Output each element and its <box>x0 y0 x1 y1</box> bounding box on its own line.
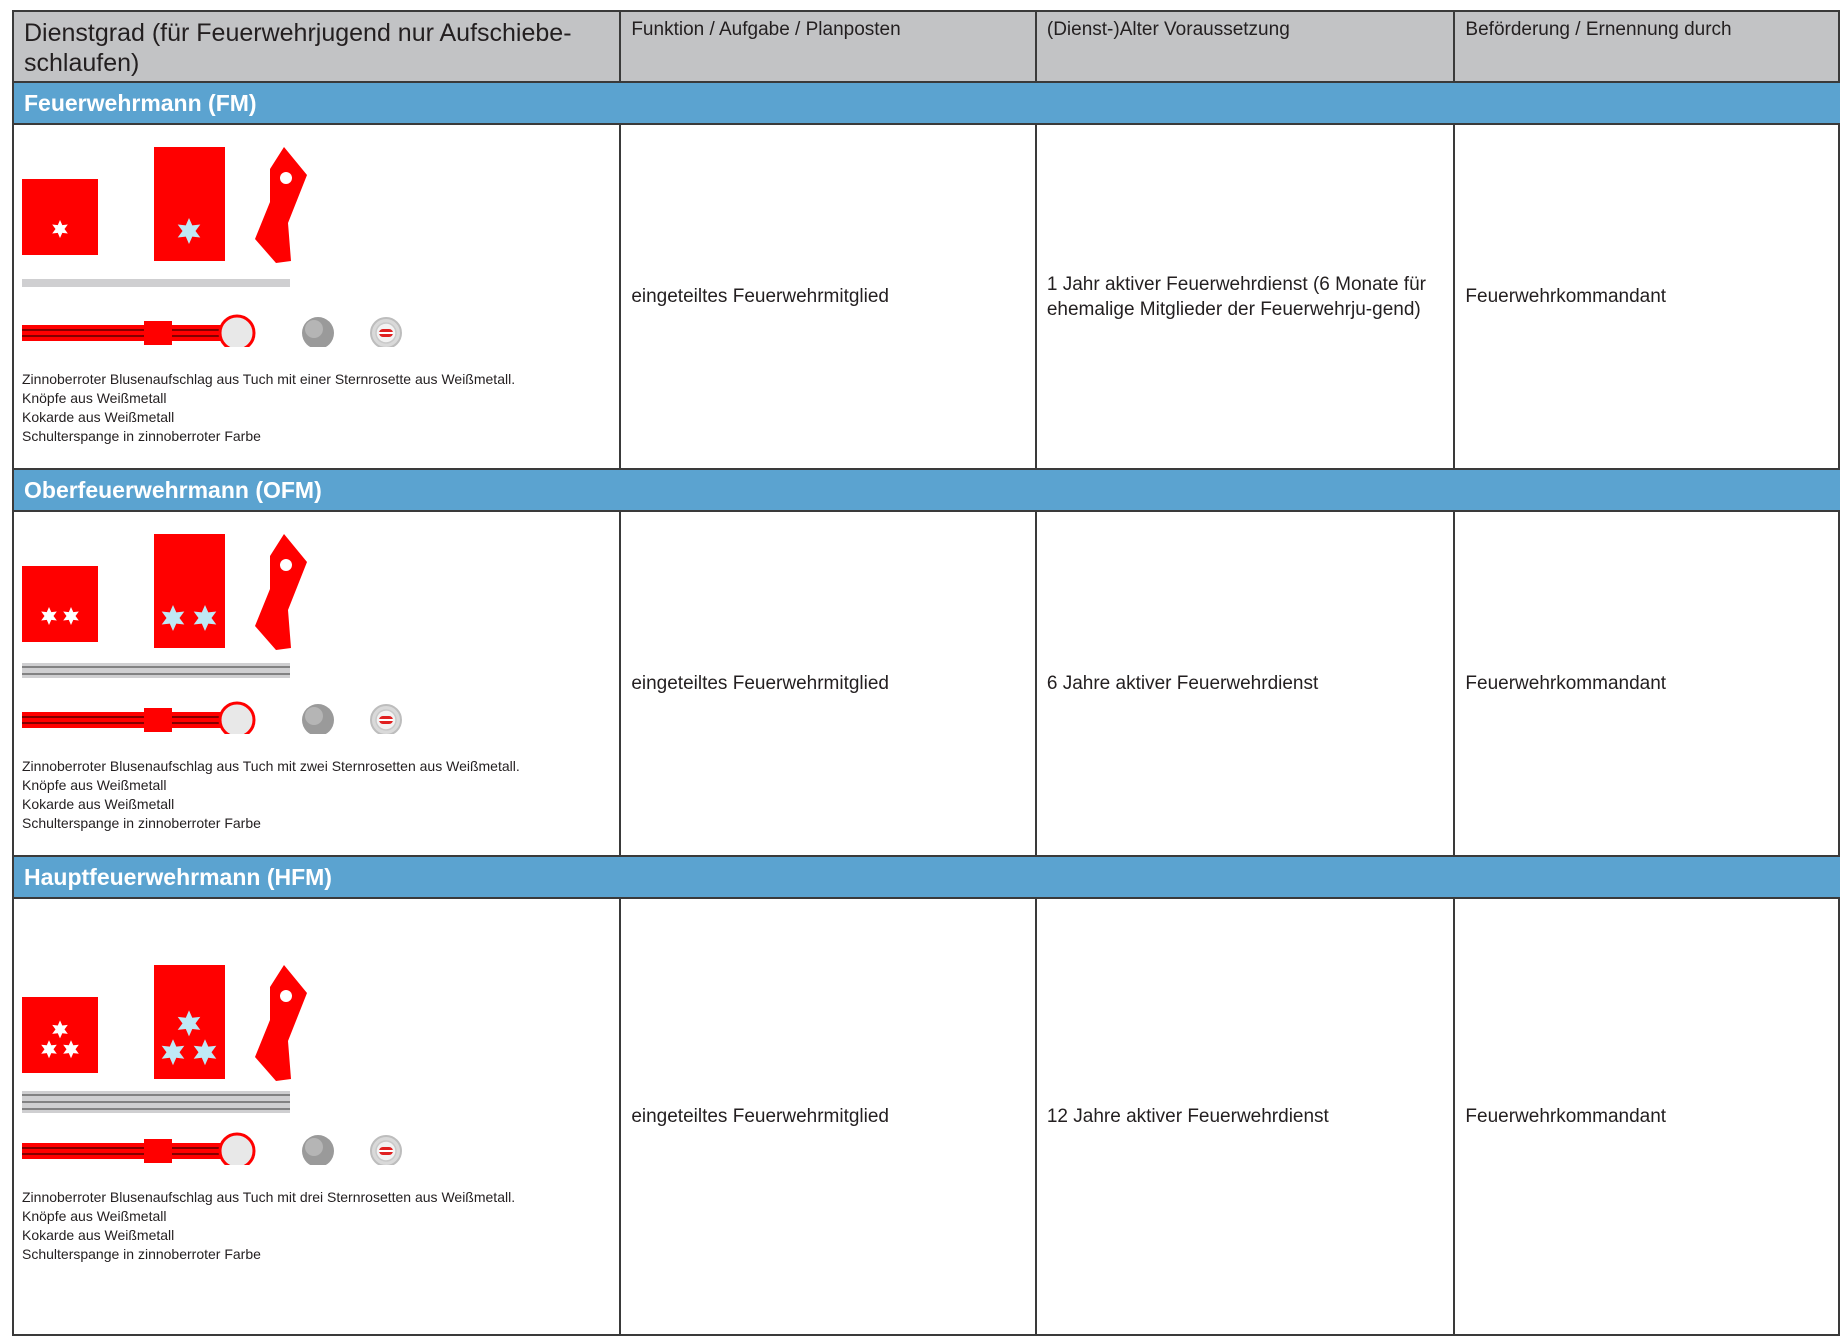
description-line: Kokarde aus Weißmetall <box>22 1227 175 1243</box>
cockade-icon <box>370 704 402 734</box>
insignia-graphics <box>22 147 402 347</box>
rank-stripe <box>22 279 290 287</box>
function-cell: eingeteiltes Feuerwehrmitglied <box>621 125 1037 468</box>
cockade-icon <box>370 1135 402 1165</box>
collar-patch <box>22 179 98 255</box>
shoulder-strap <box>22 1132 256 1165</box>
description-line: Knöpfe aus Weißmetall <box>22 390 167 406</box>
requirement-cell: 1 Jahr aktiver Feuerwehrdienst (6 Monate… <box>1037 125 1456 468</box>
description-line: Knöpfe aus Weißmetall <box>22 1208 167 1224</box>
loop-button-icon <box>280 990 292 1002</box>
description-line: Schulterspange in zinnoberroter Farbe <box>22 815 261 831</box>
insignia-cell: Zinnoberroter Blusenaufschlag aus Tuch m… <box>14 512 622 855</box>
requirement-cell: 6 Jahre aktiver Feuerwehrdienst <box>1037 512 1456 855</box>
description-line: Knöpfe aus Weißmetall <box>22 777 167 793</box>
promotion-cell: Feuerwehrkommandant <box>1455 125 1840 468</box>
rank-title-bar: Feuerwehrmann (FM) <box>12 83 1840 125</box>
description-line: Zinnoberroter Blusenaufschlag aus Tuch m… <box>22 758 520 774</box>
description-line: Zinnoberroter Blusenaufschlag aus Tuch m… <box>22 1189 516 1205</box>
cockade-icon <box>370 317 402 347</box>
shoulder-loop <box>255 965 307 1081</box>
function-cell: eingeteiltes Feuerwehrmitglied <box>621 899 1037 1334</box>
shoulder-loop <box>255 534 307 650</box>
rank-row: Zinnoberroter Blusenaufschlag aus Tuch m… <box>12 512 1840 857</box>
rank-title-bar: Hauptfeuerwehrmann (HFM) <box>12 857 1840 899</box>
rank-title-bar: Oberfeuerwehrmann (OFM) <box>12 470 1840 512</box>
insignia-description: Zinnoberroter Blusenaufschlag aus Tuch m… <box>22 1188 515 1264</box>
loop-button-icon <box>280 172 292 184</box>
description-line: Zinnoberroter Blusenaufschlag aus Tuch m… <box>22 371 516 387</box>
header-requirement: (Dienst-)Alter Voraussetzung <box>1037 12 1456 81</box>
insignia-cell: Zinnoberroter Blusenaufschlag aus Tuch m… <box>14 899 622 1334</box>
rank-row: Zinnoberroter Blusenaufschlag aus Tuch m… <box>12 125 1840 470</box>
requirement-cell: 12 Jahre aktiver Feuerwehrdienst <box>1037 899 1456 1334</box>
rank-row: Zinnoberroter Blusenaufschlag aus Tuch m… <box>12 899 1840 1336</box>
collar-patch <box>22 566 98 642</box>
shoulder-board <box>154 534 225 648</box>
table-header: Dienstgrad (für Feuerwehrjugend nur Aufs… <box>12 10 1840 83</box>
insignia-description: Zinnoberroter Blusenaufschlag aus Tuch m… <box>22 370 515 446</box>
insignia-cell: Zinnoberroter Blusenaufschlag aus Tuch m… <box>14 125 622 468</box>
shoulder-strap <box>22 314 256 347</box>
loop-button-icon <box>280 559 292 571</box>
insignia-description: Zinnoberroter Blusenaufschlag aus Tuch m… <box>22 757 520 833</box>
header-promotion: Beförderung / Ernennung durch <box>1455 12 1840 81</box>
insignia-graphics <box>22 965 402 1165</box>
promotion-cell: Feuerwehrkommandant <box>1455 512 1840 855</box>
description-line: Kokarde aus Weißmetall <box>22 409 175 425</box>
function-cell: eingeteiltes Feuerwehrmitglied <box>621 512 1037 855</box>
shoulder-board <box>154 147 225 261</box>
header-function: Funktion / Aufgabe / Planposten <box>621 12 1037 81</box>
promotion-cell: Feuerwehrkommandant <box>1455 899 1840 1334</box>
insignia-graphics <box>22 534 402 734</box>
rank-table: Dienstgrad (für Feuerwehrjugend nur Aufs… <box>12 10 1840 1336</box>
shoulder-loop <box>255 147 307 263</box>
description-line: Kokarde aus Weißmetall <box>22 796 175 812</box>
description-line: Schulterspange in zinnoberroter Farbe <box>22 428 261 444</box>
header-rank: Dienstgrad (für Feuerwehrjugend nur Aufs… <box>14 12 622 81</box>
shoulder-strap <box>22 701 256 734</box>
description-line: Schulterspange in zinnoberroter Farbe <box>22 1246 261 1262</box>
